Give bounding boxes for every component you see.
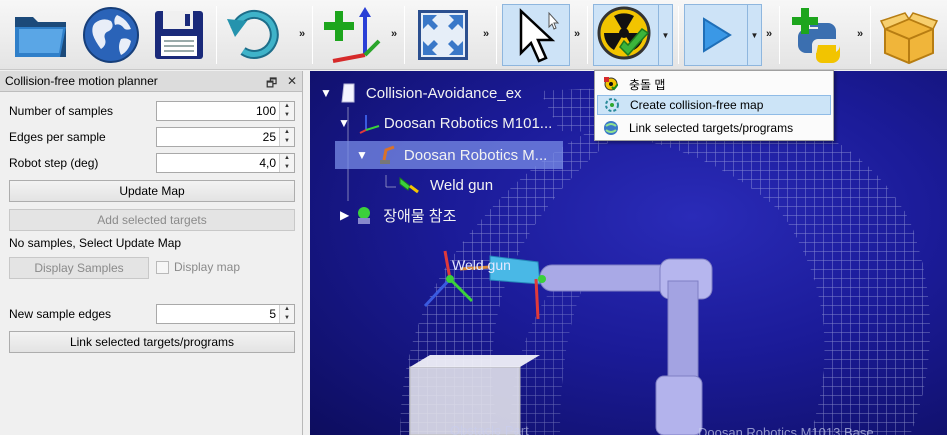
toolbar-overflow-4[interactable]: » [574, 28, 580, 40]
num-samples-input[interactable] [157, 102, 279, 120]
panel-title-bar: Collision-free motion planner 🗗 ✕ [0, 71, 302, 92]
collision-dropdown-arrow[interactable]: ▼ [659, 4, 673, 66]
edges-per-sample-label: Edges per sample [9, 130, 106, 144]
tool-3d-label: Weld gun [452, 257, 511, 273]
robot-step-stepper[interactable]: ▲▼ [156, 153, 295, 173]
new-sample-edges-input[interactable] [157, 305, 279, 323]
menu-item-label: Link selected targets/programs [629, 121, 794, 135]
spin-up-icon[interactable]: ▲ [280, 128, 294, 137]
menu-item-link-selected[interactable]: Link selected targets/programs [597, 118, 831, 138]
update-map-button[interactable]: Update Map [9, 180, 295, 202]
station-icon [341, 83, 355, 103]
add-selected-targets-button[interactable]: Add selected targets [9, 209, 295, 231]
expand-arrow-icon[interactable]: ▼ [356, 148, 368, 162]
menu-item-collision-map[interactable]: 충돌 맵 [597, 74, 831, 94]
spin-down-icon[interactable]: ▼ [280, 314, 294, 323]
panel-title: Collision-free motion planner [5, 74, 158, 88]
robot-icon [379, 145, 395, 164]
robot-root-label: Doosan Robotics M101... [383, 114, 553, 132]
tree-item-obstacles[interactable]: ▶ 장애물 참조 [340, 203, 456, 227]
motion-planner-panel: Collision-free motion planner 🗗 ✕ Number… [0, 71, 303, 435]
tree-item-robot[interactable]: ▼ Doosan Robotics M... [356, 143, 547, 167]
add-reference-frame-icon[interactable] [318, 4, 384, 66]
tree-item-tool[interactable]: Weld gun [398, 173, 493, 197]
close-panel-button[interactable]: ✕ [287, 74, 297, 88]
tool-label: Weld gun [430, 176, 494, 194]
spin-down-icon[interactable]: ▼ [280, 137, 294, 146]
obstacles-label: 장애물 참조 [383, 207, 457, 225]
add-package-icon[interactable] [876, 4, 942, 66]
expand-arrow-icon[interactable]: ▼ [338, 116, 350, 130]
toolbar-overflow-2[interactable]: » [391, 28, 397, 40]
link-selected-button[interactable]: Link selected targets/programs [9, 331, 295, 353]
tree-item-robot-root[interactable]: ▼ Doosan Robotics M101... [338, 111, 552, 135]
select-pointer-icon[interactable] [502, 4, 570, 66]
spin-up-icon[interactable]: ▲ [280, 154, 294, 163]
collision-map-icon [603, 76, 619, 92]
num-samples-stepper[interactable]: ▲▼ [156, 101, 295, 121]
python-add-icon[interactable] [785, 4, 851, 66]
fit-all-icon[interactable] [410, 4, 476, 66]
checkbox-box[interactable] [156, 260, 169, 274]
tree-item-station[interactable]: ▼ Collision-Avoidance_ex [320, 81, 522, 105]
main-toolbar: » » » » ▼ ▼ » » [0, 0, 947, 70]
expand-arrow-icon[interactable]: ▼ [320, 86, 332, 100]
spin-down-icon[interactable]: ▼ [280, 111, 294, 120]
new-sample-edges-label: New sample edges [9, 307, 112, 321]
run-program-icon[interactable] [684, 4, 748, 66]
obstacle-group-icon [358, 207, 371, 224]
robot-base [655, 375, 703, 435]
spin-down-icon[interactable]: ▼ [280, 163, 294, 172]
link-icon [603, 120, 619, 136]
create-map-icon [604, 97, 620, 113]
undo-icon[interactable] [222, 4, 288, 66]
display-samples-button[interactable]: Display Samples [9, 257, 149, 279]
run-dropdown-arrow[interactable]: ▼ [748, 4, 762, 66]
display-map-label: Display map [174, 260, 241, 274]
toolbar-overflow-5[interactable]: » [766, 28, 772, 40]
new-sample-edges-stepper[interactable]: ▲▼ [156, 304, 295, 324]
spin-up-icon[interactable]: ▲ [280, 305, 294, 314]
num-samples-label: Number of samples [9, 104, 114, 118]
reference-frame-icon [359, 115, 380, 134]
edges-per-sample-input[interactable] [157, 128, 279, 146]
robot-base-3d-label: Doosan Robotics M1013 Base [698, 425, 874, 435]
robot-label: Doosan Robotics M... [403, 146, 548, 164]
toolbar-overflow-6[interactable]: » [857, 28, 863, 40]
menu-item-create-collision-free-map[interactable]: Create collision-free map [597, 95, 831, 115]
toolbar-overflow-3[interactable]: » [483, 28, 489, 40]
display-map-checkbox[interactable]: Display map [156, 257, 240, 277]
float-panel-button[interactable]: 🗗 [266, 74, 277, 95]
status-text: No samples, Select Update Map [9, 236, 182, 250]
spin-up-icon[interactable]: ▲ [280, 102, 294, 111]
menu-item-label: 충돌 맵 [629, 77, 666, 92]
toolbar-overflow-1[interactable]: » [299, 28, 305, 40]
robot-step-label: Robot step (deg) [9, 156, 99, 170]
collision-dropdown-menu: 충돌 맵 Create collision-free map Link sele… [594, 70, 834, 141]
robot-step-input[interactable] [157, 154, 279, 172]
weld-gun-icon [399, 176, 419, 194]
collapse-arrow-icon[interactable]: ▶ [340, 208, 349, 222]
collision-check-icon[interactable] [593, 4, 659, 66]
save-icon[interactable] [148, 4, 210, 66]
station-label: Collision-Avoidance_ex [365, 84, 522, 102]
obstacle-3d-label: Obstacle Part [450, 423, 529, 435]
online-library-icon[interactable] [78, 4, 144, 66]
open-folder-icon[interactable] [8, 4, 74, 66]
menu-item-label: Create collision-free map [630, 98, 764, 112]
edges-per-sample-stepper[interactable]: ▲▼ [156, 127, 295, 147]
